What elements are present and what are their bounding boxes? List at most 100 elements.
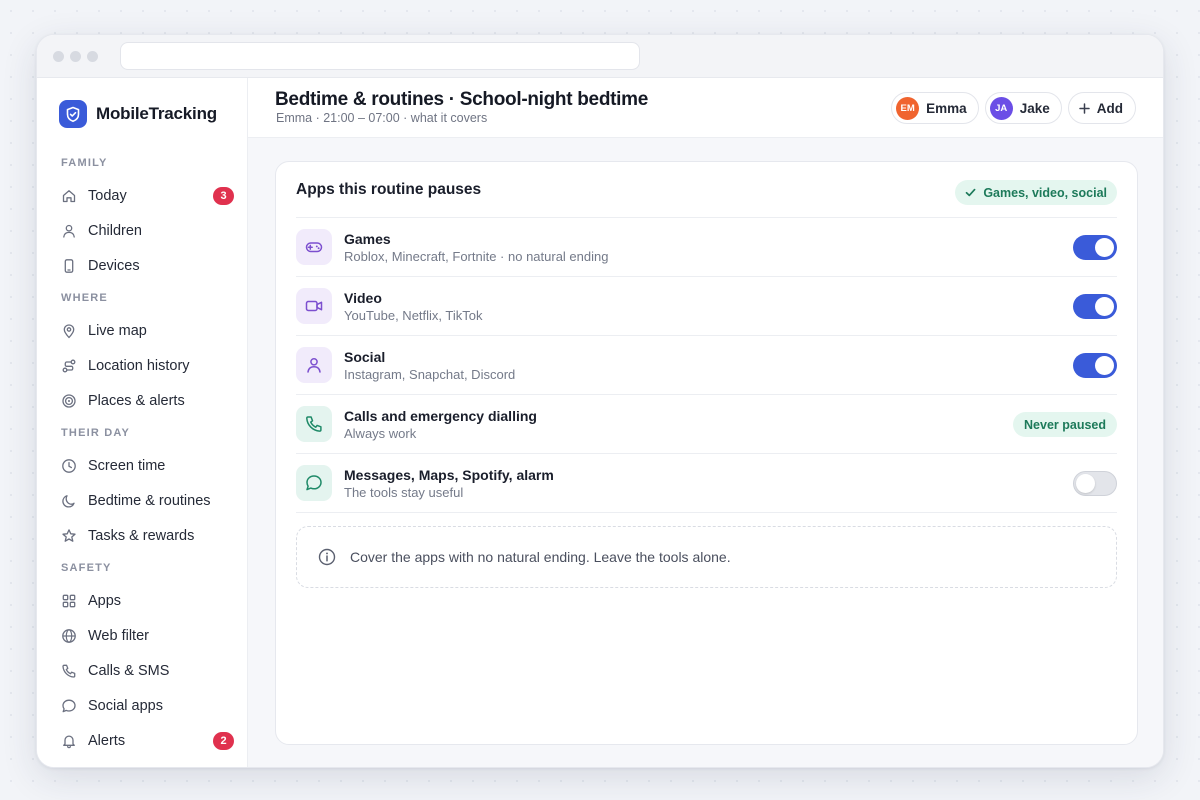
sidebar-item-label: Alerts [88,732,126,749]
tip-text: Cover the apps with no natural ending. L… [350,549,731,565]
row-description: Always work [344,426,417,441]
app-window: MobileTracking FAMILY Today 3 Children Devic… [36,34,1164,768]
sidebar-item-tasks-rewards[interactable]: Tasks & rewards [51,518,234,553]
bell-icon [61,733,77,749]
nav-section-title: THEIR DAY [61,427,131,439]
sidebar-item-social-apps[interactable]: Social apps [51,688,234,723]
window-control-dot[interactable] [70,51,81,62]
sidebar-item-label: Devices [88,257,140,274]
shield-logo-icon [59,100,87,128]
tip-box: Cover the apps with no natural ending. L… [296,526,1117,588]
page-header: Bedtime & routines · School-night bedtim… [248,78,1163,138]
child-name: Jake [1019,100,1050,116]
child-name: Emma [926,100,967,116]
map-pin-icon [61,323,77,339]
card-header: Apps this routine pauses Games, video, s… [296,162,1117,218]
sidebar-item-label: Apps [88,592,122,609]
sidebar: MobileTracking FAMILY Today 3 Children Devic… [37,78,248,767]
nav-section-title: WHERE [61,292,108,304]
add-child-button[interactable]: Add [1067,92,1136,124]
sidebar-item-bedtime-routines[interactable]: Bedtime & routines [51,483,234,518]
sidebar-item-places-alerts[interactable]: Places & alerts [51,383,234,418]
sidebar-item-label: Social apps [88,697,163,714]
app-category-row: Messages, Maps, Spotify, alarm The tools … [296,454,1117,513]
child-chip-jake[interactable]: JA Jake [984,92,1062,124]
child-chip-emma[interactable]: EM Emma [891,92,979,124]
sidebar-item-location-history[interactable]: Location history [51,348,234,383]
info-icon [318,548,336,566]
person-icon [296,347,332,383]
avatar: JA [989,96,1013,120]
window-control-dot[interactable] [87,51,98,62]
phone-call-icon [61,663,77,679]
row-description: The tools stay useful [344,485,464,500]
app-category-row: Social Instagram, Snapchat, Discord [296,336,1117,395]
summary-badge-label: Games, video, social [983,185,1107,200]
brand[interactable]: MobileTracking [59,100,217,128]
sidebar-item-label: Location history [88,357,190,374]
nav-section-title: FAMILY [61,157,108,169]
target-icon [61,393,77,409]
sidebar-item-live-map[interactable]: Live map [51,313,234,348]
window-control-dot[interactable] [53,51,64,62]
sidebar-item-devices[interactable]: Devices [51,248,234,283]
gamepad-icon [296,229,332,265]
row-title: Games [344,231,391,247]
nav-section-title: SAFETY [61,562,112,574]
row-description: YouTube, Netflix, TikTok [344,308,483,323]
sidebar-item-label: Tasks & rewards [88,527,195,544]
person-icon [61,223,77,239]
pause-toggle[interactable] [1073,235,1117,260]
row-title: Social [344,349,386,365]
count-badge: 3 [213,187,234,205]
sidebar-item-today[interactable]: Today 3 [51,178,234,213]
star-icon [61,528,77,544]
sidebar-item-label: Web filter [88,627,149,644]
page-subtitle: Emma · 21:00 – 07:00 · what it covers [276,111,488,125]
sidebar-item-label: Calls & SMS [88,662,170,679]
phone-icon [61,258,77,274]
sidebar-item-label: Live map [88,322,147,339]
sidebar-nav: FAMILY Today 3 Children Devices WHERE Live map… [51,148,234,758]
sidebar-item-apps[interactable]: Apps [51,583,234,618]
sidebar-item-label: Places & alerts [88,392,185,409]
clock-icon [61,458,77,474]
summary-badge: Games, video, social [955,180,1117,205]
pause-toggle[interactable] [1073,294,1117,319]
address-bar[interactable] [120,42,640,70]
count-badge: 2 [213,732,234,750]
moon-icon [61,493,77,509]
page-title: Bedtime & routines · School-night bedtim… [275,89,648,110]
sidebar-item-label: Screen time [88,457,166,474]
row-description: Roblox, Minecraft, Fortnite · no natural… [344,249,609,264]
app-category-row: Games Roblox, Minecraft, Fortnite · no na… [296,218,1117,277]
sidebar-item-screen-time[interactable]: Screen time [51,448,234,483]
home-icon [61,188,77,204]
check-icon [965,187,976,198]
toggle-knob [1095,356,1114,375]
row-description: Instagram, Snapchat, Discord [344,367,516,382]
route-icon [61,358,77,374]
routine-apps-card: Apps this routine pauses Games, video, s… [275,161,1138,745]
toggle-knob [1095,238,1114,257]
chat-bubble-icon [61,698,77,714]
phone-call-icon [296,406,332,442]
sidebar-item-label: Children [88,222,142,239]
row-title: Calls and emergency dialling [344,408,537,424]
sidebar-item-web-filter[interactable]: Web filter [51,618,234,653]
brand-name: MobileTracking [96,104,217,123]
globe-icon [61,628,77,644]
row-title: Messages, Maps, Spotify, alarm [344,467,554,483]
toggle-knob [1095,297,1114,316]
child-switcher: EM Emma JA Jake Add [891,92,1136,124]
app-category-row: Video YouTube, Netflix, TikTok [296,277,1117,336]
add-button-label: Add [1096,100,1123,116]
app-category-row: Calls and emergency dialling Always work N… [296,395,1117,454]
avatar: EM [896,96,920,120]
sidebar-item-alerts[interactable]: Alerts 2 [51,723,234,758]
chat-bubble-icon [296,465,332,501]
sidebar-item-children[interactable]: Children [51,213,234,248]
sidebar-item-calls-sms[interactable]: Calls & SMS [51,653,234,688]
pause-toggle[interactable] [1073,353,1117,378]
pause-toggle[interactable] [1073,471,1117,496]
